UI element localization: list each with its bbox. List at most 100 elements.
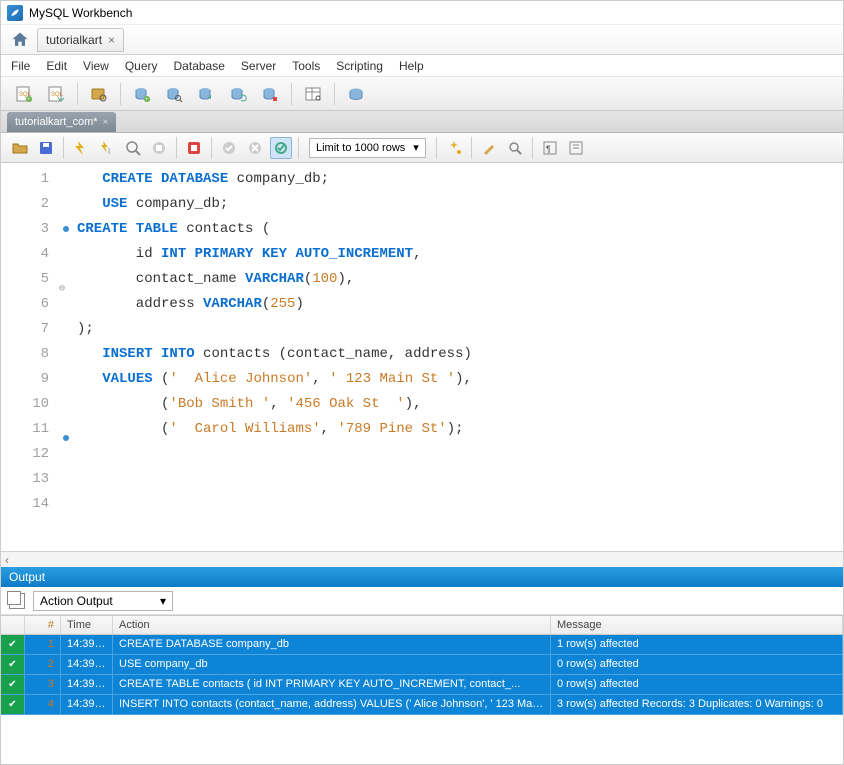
col-message[interactable]: Message xyxy=(551,616,843,634)
rollback-icon[interactable] xyxy=(244,137,266,159)
limit-label: Limit to 1000 rows xyxy=(316,142,405,154)
execute-current-icon[interactable]: I xyxy=(96,137,118,159)
menu-query[interactable]: Query xyxy=(125,59,158,73)
menu-database[interactable]: Database xyxy=(174,59,225,73)
col-action[interactable]: Action xyxy=(113,616,551,634)
row-num: 1 xyxy=(25,635,61,654)
dashboard-icon[interactable] xyxy=(343,81,369,107)
close-icon[interactable]: × xyxy=(108,33,115,47)
col-time[interactable]: Time xyxy=(61,616,113,634)
menu-file[interactable]: File xyxy=(11,59,30,73)
separator xyxy=(291,83,292,105)
inspector-icon[interactable] xyxy=(86,81,112,107)
commit-icon[interactable] xyxy=(218,137,240,159)
close-icon[interactable]: × xyxy=(103,117,109,128)
svg-text:¶: ¶ xyxy=(546,144,551,154)
output-row[interactable]: ✔ 1 14:39:06 CREATE DATABASE company_db … xyxy=(1,635,843,655)
svg-text:+: + xyxy=(145,97,149,103)
row-action: USE company_db xyxy=(113,655,551,674)
file-tabbar: tutorialkart_com* × xyxy=(1,111,843,133)
db-add-icon[interactable]: + xyxy=(129,81,155,107)
sql-toolbar: I Limit to 1000 rows ▾ ¶ xyxy=(1,133,843,163)
separator xyxy=(334,83,335,105)
menu-help[interactable]: Help xyxy=(399,59,424,73)
line-marks: ⊖ xyxy=(59,163,73,551)
menu-scripting[interactable]: Scripting xyxy=(336,59,383,73)
status-icon: ✔ xyxy=(1,675,25,694)
explain-icon[interactable] xyxy=(122,137,144,159)
file-tab[interactable]: tutorialkart_com* × xyxy=(7,112,116,132)
limit-rows-select[interactable]: Limit to 1000 rows ▾ xyxy=(309,138,426,158)
separator xyxy=(436,137,437,159)
home-icon[interactable] xyxy=(9,29,31,51)
row-message: 0 row(s) affected xyxy=(551,675,843,694)
row-action: CREATE TABLE contacts ( id INT PRIMARY K… xyxy=(113,675,551,694)
new-sql-icon[interactable]: SQL+ xyxy=(11,81,37,107)
status-icon: ✔ xyxy=(1,635,25,654)
copy-icon[interactable] xyxy=(9,593,25,609)
app-title: MySQL Workbench xyxy=(29,6,132,20)
open-sql-icon[interactable]: SQL xyxy=(43,81,69,107)
connection-tab[interactable]: tutorialkart × xyxy=(37,28,124,52)
execute-icon[interactable] xyxy=(70,137,92,159)
output-row[interactable]: ✔ 2 14:39:06 USE company_db 0 row(s) aff… xyxy=(1,655,843,675)
row-num: 4 xyxy=(25,695,61,714)
chevron-down-icon: ▾ xyxy=(160,594,166,608)
menu-edit[interactable]: Edit xyxy=(46,59,67,73)
svg-text:I: I xyxy=(108,147,110,156)
stop-icon[interactable] xyxy=(148,137,170,159)
find-icon[interactable] xyxy=(504,137,526,159)
titlebar: MySQL Workbench xyxy=(1,1,843,25)
stop-on-error-icon[interactable] xyxy=(183,137,205,159)
row-message: 0 row(s) affected xyxy=(551,655,843,674)
svg-text:SQL: SQL xyxy=(51,92,64,98)
row-time: 14:39:06 xyxy=(61,655,113,674)
row-action: INSERT INTO contacts (contact_name, addr… xyxy=(113,695,551,714)
invisible-chars-icon[interactable] xyxy=(565,137,587,159)
line-gutter: 1234567891011121314 xyxy=(1,163,59,551)
chevron-down-icon: ▾ xyxy=(413,141,419,154)
separator xyxy=(120,83,121,105)
wrap-icon[interactable]: ¶ xyxy=(539,137,561,159)
col-num[interactable]: # xyxy=(25,616,61,634)
output-title: Output xyxy=(9,570,45,584)
output-type-select[interactable]: Action Output ▾ xyxy=(33,591,173,611)
row-num: 2 xyxy=(25,655,61,674)
file-tab-label: tutorialkart_com* xyxy=(15,116,98,128)
separator xyxy=(211,137,212,159)
menu-view[interactable]: View xyxy=(83,59,109,73)
menu-server[interactable]: Server xyxy=(241,59,276,73)
code-area[interactable]: CREATE DATABASE company_db; USE company_… xyxy=(73,163,843,551)
db-sync-icon[interactable] xyxy=(193,81,219,107)
row-action: CREATE DATABASE company_db xyxy=(113,635,551,654)
separator xyxy=(176,137,177,159)
save-icon[interactable] xyxy=(35,137,57,159)
autocommit-icon[interactable] xyxy=(270,137,292,159)
status-icon: ✔ xyxy=(1,695,25,714)
table-data-icon[interactable] xyxy=(300,81,326,107)
beautify-icon[interactable] xyxy=(443,137,465,159)
output-controls: Action Output ▾ xyxy=(1,587,843,615)
svg-text:+: + xyxy=(27,97,31,103)
db-search-icon[interactable] xyxy=(161,81,187,107)
separator xyxy=(471,137,472,159)
sql-editor[interactable]: 1234567891011121314 ⊖ CREATE DATABASE co… xyxy=(1,163,843,551)
output-header: Output xyxy=(1,567,843,587)
separator xyxy=(77,83,78,105)
menubar: File Edit View Query Database Server Too… xyxy=(1,55,843,77)
status-icon: ✔ xyxy=(1,655,25,674)
open-file-icon[interactable] xyxy=(9,137,31,159)
row-message: 3 row(s) affected Records: 3 Duplicates:… xyxy=(551,695,843,714)
editor-scrollbar[interactable]: ‹ xyxy=(1,551,843,567)
connection-tab-label: tutorialkart xyxy=(46,33,102,47)
separator xyxy=(532,137,533,159)
brush-icon[interactable] xyxy=(478,137,500,159)
row-time: 14:39:06 xyxy=(61,695,113,714)
db-refresh-icon[interactable] xyxy=(225,81,251,107)
connection-tabbar: tutorialkart × xyxy=(1,25,843,55)
menu-tools[interactable]: Tools xyxy=(292,59,320,73)
separator xyxy=(298,137,299,159)
output-row[interactable]: ✔ 3 14:39:06 CREATE TABLE contacts ( id … xyxy=(1,675,843,695)
output-row[interactable]: ✔ 4 14:39:06 INSERT INTO contacts (conta… xyxy=(1,695,843,715)
db-stop-icon[interactable] xyxy=(257,81,283,107)
